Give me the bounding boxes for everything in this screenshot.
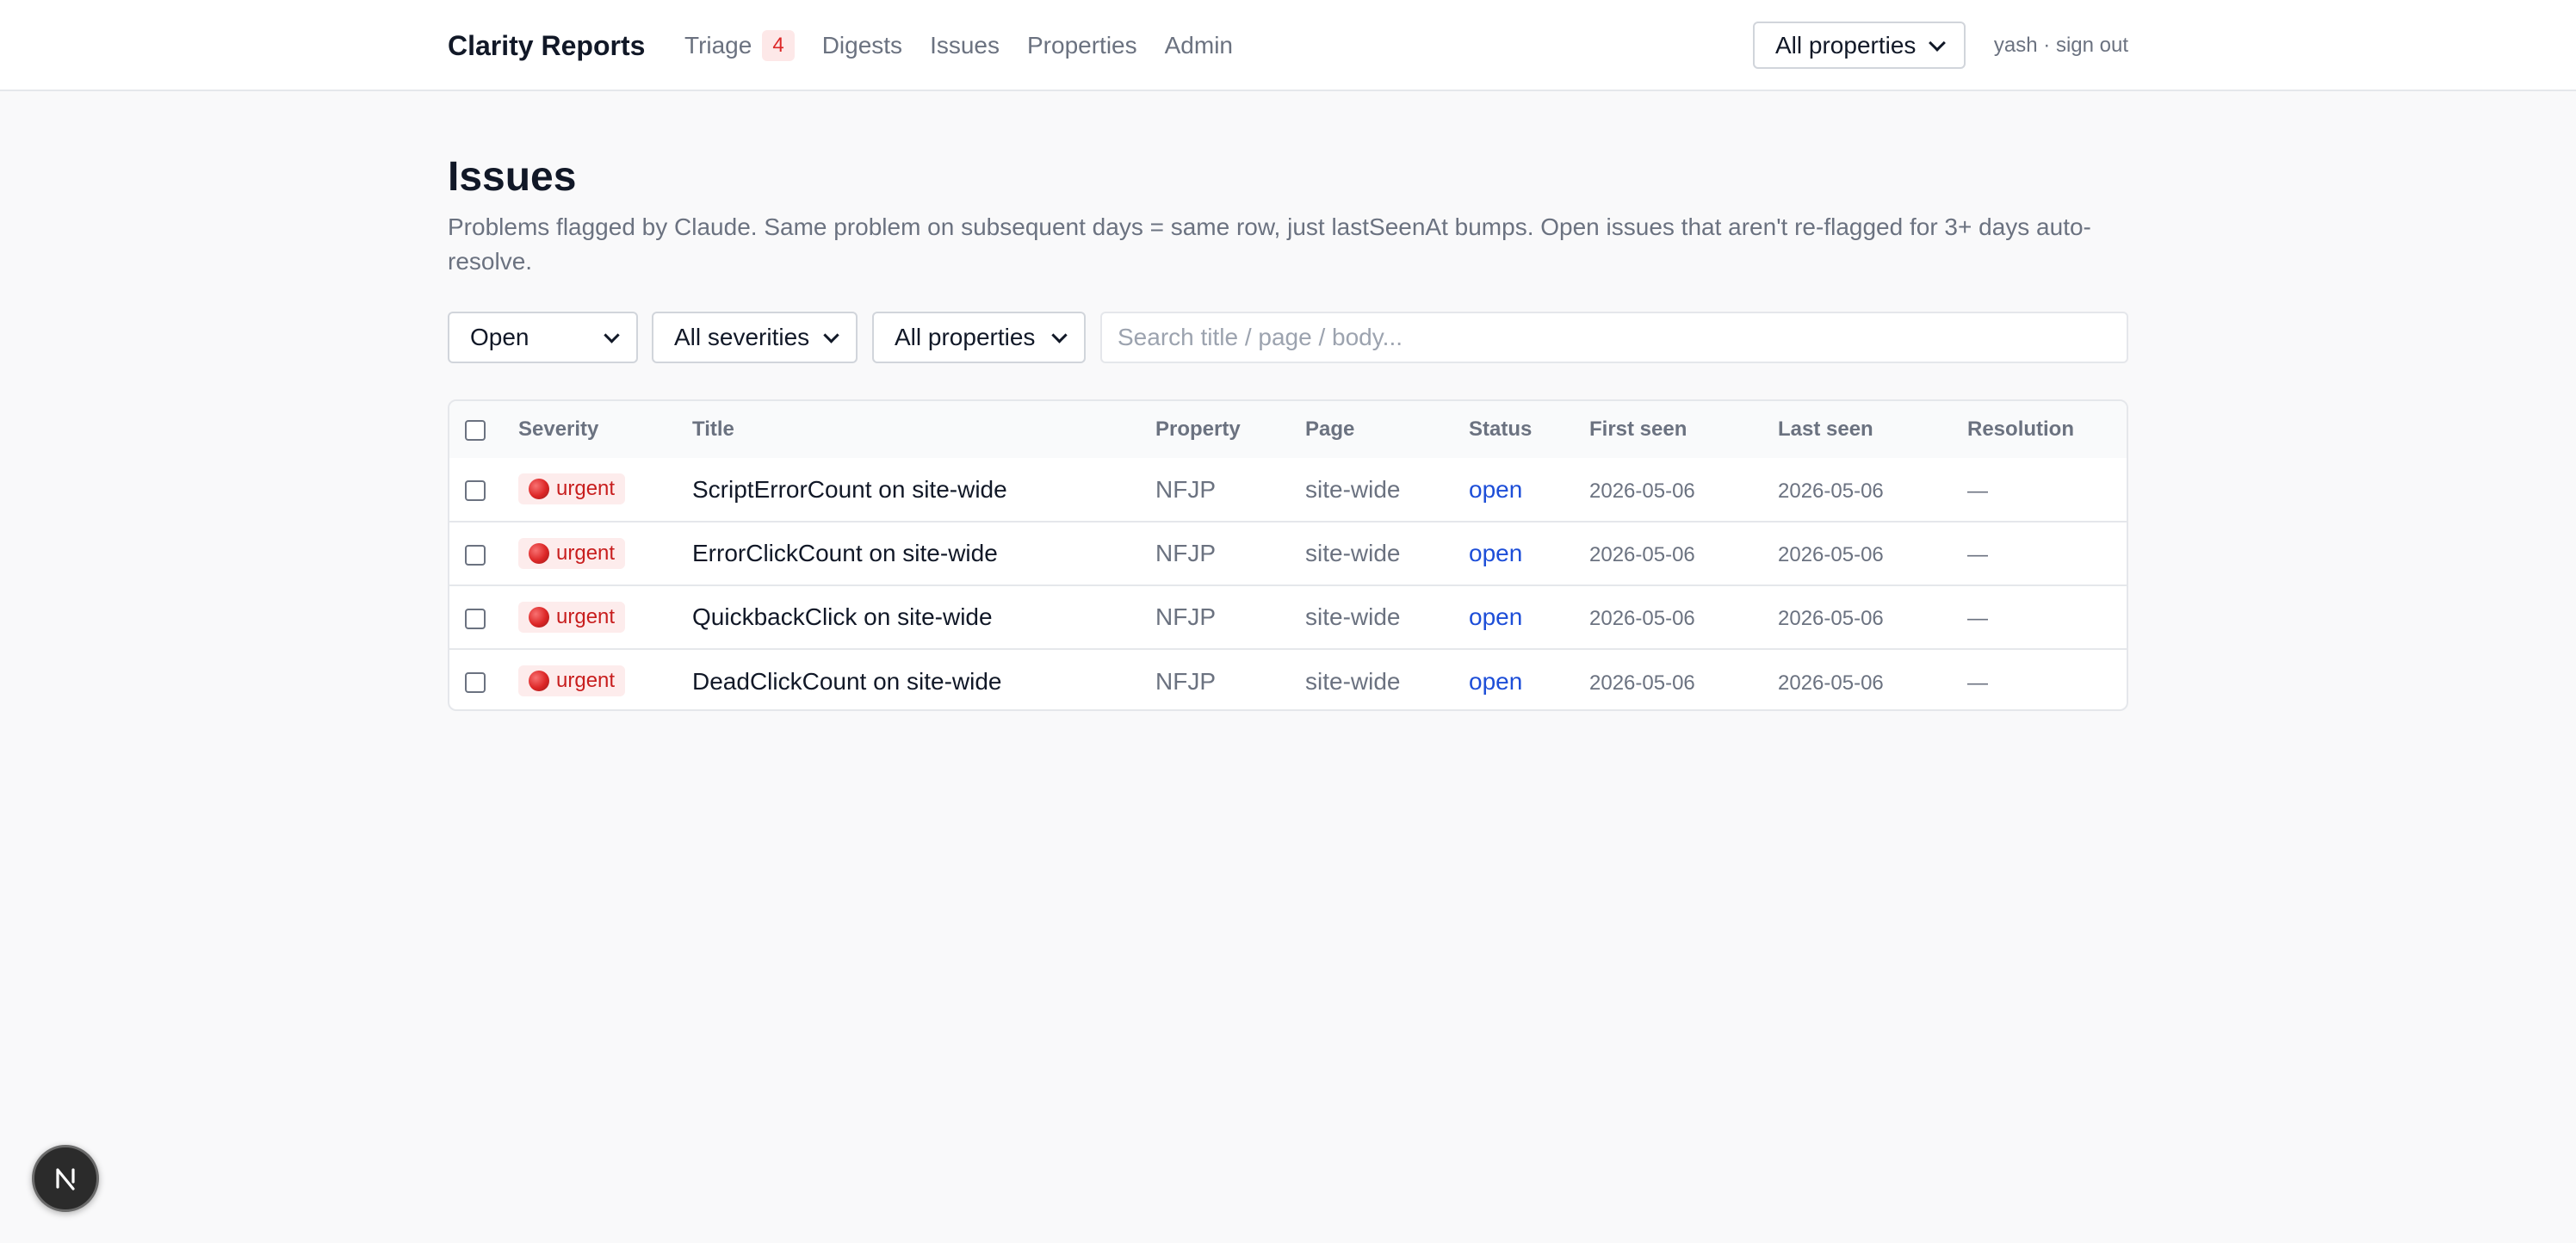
table-row[interactable]: urgent ScriptErrorCount on site-wide NFJ…	[449, 458, 2127, 522]
property-filter-select[interactable]: All properties	[872, 312, 1086, 363]
nav-item-label: Properties	[1027, 32, 1137, 59]
column-header-severity[interactable]: Severity	[518, 401, 692, 458]
resolution-cell: —	[1967, 671, 1988, 695]
chevron-down-icon	[604, 326, 620, 343]
severity-badge: urgent	[518, 537, 626, 569]
page-cell: site-wide	[1305, 475, 1401, 503]
username: yash	[1993, 34, 2038, 57]
property-switcher-value: All properties	[1775, 31, 1917, 59]
column-header-first-seen[interactable]: First seen	[1589, 401, 1778, 458]
issue-title-link[interactable]: QuickbackClick on site-wide	[692, 603, 993, 630]
issue-title-link[interactable]: ErrorClickCount on site-wide	[692, 540, 998, 566]
nav-item-digests[interactable]: Digests	[822, 32, 902, 59]
nav-item-label: Admin	[1164, 32, 1233, 59]
page-cell: site-wide	[1305, 603, 1401, 630]
column-header-page[interactable]: Page	[1305, 401, 1469, 458]
property-cell: NFJP	[1155, 667, 1216, 695]
property-filter-value: All properties	[895, 324, 1036, 350]
resolution-cell: —	[1967, 607, 1988, 630]
row-checkbox[interactable]	[465, 480, 486, 502]
last-seen-cell: 2026-05-06	[1778, 607, 1884, 630]
nav-item-issues[interactable]: Issues	[930, 32, 1000, 59]
brand-logo[interactable]: Clarity Reports	[448, 28, 645, 64]
search-input[interactable]	[1100, 312, 2128, 363]
top-navbar: Clarity Reports Triage 4 Digests Issues …	[0, 0, 2576, 91]
nav-item-label: Triage	[684, 32, 752, 59]
first-seen-cell: 2026-05-06	[1589, 671, 1695, 695]
red-circle-icon	[529, 671, 549, 691]
status-link[interactable]: open	[1469, 476, 1522, 503]
severity-filter-value: All severities	[674, 324, 810, 350]
nav-item-label: Digests	[821, 32, 903, 59]
issues-table-container: Severity Title Property Page Status Firs…	[448, 399, 2128, 711]
property-cell: NFJP	[1155, 475, 1216, 503]
issue-title-link[interactable]: ScriptErrorCount on site-wide	[692, 476, 1007, 503]
status-link[interactable]: open	[1469, 540, 1522, 566]
table-row[interactable]: urgent ErrorClickCount on site-wide NFJP…	[449, 522, 2127, 585]
page-cell: site-wide	[1305, 667, 1401, 695]
first-seen-cell: 2026-05-06	[1589, 479, 1695, 503]
severity-badge: urgent	[518, 473, 626, 504]
red-circle-icon	[529, 479, 549, 499]
nav-item-properties[interactable]: Properties	[1027, 32, 1137, 59]
column-header-title[interactable]: Title	[692, 401, 1155, 458]
nav-item-admin[interactable]: Admin	[1165, 32, 1233, 59]
severity-label: urgent	[556, 541, 616, 565]
status-link[interactable]: open	[1469, 668, 1522, 695]
page-description: Problems flagged by Claude. Same problem…	[448, 213, 2091, 275]
severity-label: urgent	[556, 604, 616, 628]
chevron-down-icon	[1051, 326, 1068, 343]
table-row[interactable]: urgent DeadClickCount on site-wide NFJP …	[449, 649, 2127, 709]
row-checkbox[interactable]	[465, 672, 486, 694]
page-title: Issues	[448, 154, 577, 200]
severity-badge: urgent	[518, 601, 626, 633]
select-all-cell	[449, 401, 518, 458]
red-circle-icon	[529, 542, 549, 564]
property-cell: NFJP	[1155, 603, 1216, 630]
triage-count-badge: 4	[762, 30, 795, 61]
column-header-last-seen[interactable]: Last seen	[1778, 401, 1967, 458]
column-header-property[interactable]: Property	[1155, 401, 1305, 458]
row-checkbox[interactable]	[465, 608, 486, 629]
table-row[interactable]: urgent QuickbackClick on site-wide NFJP …	[449, 585, 2127, 649]
sign-out-link[interactable]: sign out	[2056, 34, 2128, 57]
nav-item-triage[interactable]: Triage 4	[684, 30, 795, 61]
select-all-checkbox[interactable]	[465, 419, 486, 441]
column-header-resolution[interactable]: Resolution	[1967, 401, 2127, 458]
page-cell: site-wide	[1305, 540, 1401, 566]
property-switcher-select[interactable]: All properties	[1753, 22, 1966, 69]
issue-title-link[interactable]: DeadClickCount on site-wide	[692, 668, 1002, 695]
column-header-status[interactable]: Status	[1469, 401, 1589, 458]
dev-tools-button[interactable]	[32, 1145, 99, 1212]
last-seen-cell: 2026-05-06	[1778, 479, 1884, 503]
resolution-cell: —	[1967, 479, 1988, 503]
table-header-row: Severity Title Property Page Status Firs…	[449, 401, 2127, 458]
chevron-down-icon	[823, 326, 839, 343]
status-link[interactable]: open	[1469, 603, 1522, 630]
nextjs-n-icon	[56, 1168, 75, 1190]
status-filter-value: Open	[470, 324, 529, 350]
main-nav: Triage 4 Digests Issues Properties Admin	[684, 28, 1260, 64]
user-menu: yash · sign out	[1994, 33, 2128, 59]
resolution-cell: —	[1967, 543, 1988, 566]
severity-label: urgent	[556, 477, 616, 500]
severity-label: urgent	[556, 669, 616, 692]
severity-filter-select[interactable]: All severities	[652, 312, 858, 363]
first-seen-cell: 2026-05-06	[1589, 543, 1695, 566]
property-cell: NFJP	[1155, 540, 1216, 566]
last-seen-cell: 2026-05-06	[1778, 671, 1884, 695]
first-seen-cell: 2026-05-06	[1589, 607, 1695, 630]
nav-item-label: Issues	[930, 32, 1000, 59]
last-seen-cell: 2026-05-06	[1778, 543, 1884, 566]
separator: ·	[2043, 34, 2051, 57]
chevron-down-icon	[1929, 34, 1946, 52]
status-filter-select[interactable]: Open	[448, 312, 638, 363]
red-circle-icon	[529, 606, 549, 628]
severity-badge: urgent	[518, 665, 626, 696]
issues-table: Severity Title Property Page Status Firs…	[449, 401, 2127, 709]
row-checkbox[interactable]	[465, 544, 486, 566]
